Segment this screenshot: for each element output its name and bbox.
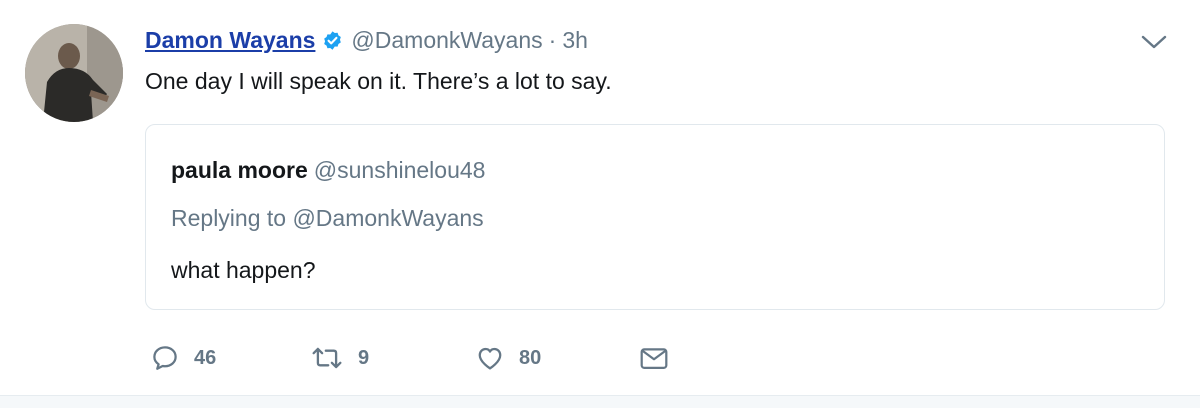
reply-button[interactable]: 46 [150, 340, 216, 376]
quoted-tweet-header: paula moore @sunshinelou48 [171, 157, 485, 184]
retweet-icon [312, 347, 342, 369]
message-icon [640, 348, 668, 369]
quoted-tweet-text: what happen? [171, 257, 316, 283]
verified-badge-icon [322, 30, 343, 51]
message-button[interactable] [638, 340, 670, 376]
like-icon [478, 347, 502, 370]
avatar-photo [25, 24, 123, 122]
tweet-timestamp[interactable]: 3h [562, 27, 588, 54]
avatar[interactable] [25, 24, 123, 122]
retweet-button[interactable]: 9 [310, 340, 369, 376]
author-name[interactable]: Damon Wayans [145, 27, 315, 54]
quoted-replying-to: Replying to @DamonkWayans [171, 205, 484, 231]
like-count: 80 [519, 346, 542, 369]
author-handle[interactable]: @DamonkWayans [351, 27, 542, 54]
feed-divider [0, 395, 1200, 408]
reply-icon [153, 346, 177, 370]
tweet-card[interactable]: Damon Wayans @DamonkWayans · 3h One day … [0, 0, 1200, 395]
quoted-tweet[interactable]: paula moore @sunshinelou48 Replying to @D… [145, 124, 1165, 310]
chevron-down-icon[interactable] [1140, 32, 1168, 52]
tweet-header: Damon Wayans @DamonkWayans · 3h [145, 24, 588, 56]
header-separator: · [548, 26, 557, 53]
like-button[interactable]: 80 [475, 340, 541, 376]
quoted-author-name: paula moore [171, 157, 308, 183]
quoted-author-handle: @sunshinelou48 [313, 157, 486, 183]
reply-count: 46 [194, 346, 217, 369]
tweet-text: One day I will speak on it. There’s a lo… [145, 68, 612, 94]
retweet-count: 9 [358, 346, 370, 369]
